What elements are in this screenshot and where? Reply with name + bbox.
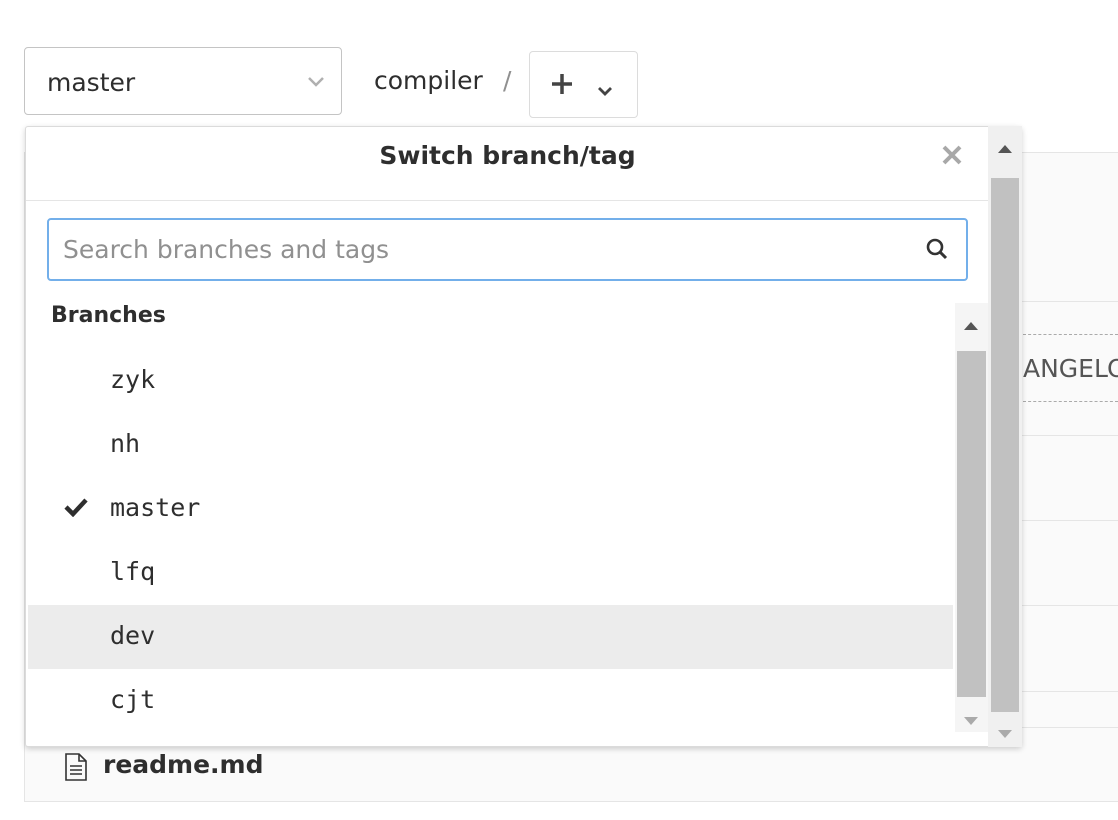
search-icon — [925, 237, 949, 265]
scroll-up-arrow-icon[interactable] — [963, 316, 979, 335]
dashed-border — [1023, 401, 1118, 402]
check-icon — [63, 497, 89, 521]
dropdown-title: Switch branch/tag — [379, 141, 636, 170]
readme-filename[interactable]: readme.md — [103, 750, 264, 779]
dropdown-divider — [26, 200, 989, 201]
dropdown-scrollbar[interactable] — [988, 126, 1022, 747]
dashed-border — [1023, 334, 1118, 335]
branch-name: lfq — [110, 557, 156, 586]
branch-item-dev[interactable]: dev — [28, 605, 953, 669]
plus-icon — [551, 73, 573, 99]
branch-name: nh — [110, 429, 141, 458]
branch-name: zyk — [110, 365, 156, 394]
branch-search-input[interactable] — [63, 220, 913, 279]
branch-item-lfq[interactable]: lfq — [28, 541, 953, 605]
breadcrumb-separator: / — [503, 66, 512, 95]
switch-branch-dropdown: Switch branch/tag Branches zyk nh master… — [25, 126, 1022, 747]
branch-list-scrollbar[interactable] — [955, 303, 988, 732]
branch-item-nh[interactable]: nh — [28, 413, 953, 477]
scrollbar-thumb[interactable] — [957, 351, 986, 697]
add-changelog-link[interactable]: ANGELO — [1023, 354, 1118, 383]
chevron-down-icon — [597, 81, 613, 100]
document-icon — [64, 753, 88, 785]
branch-name: cjt — [110, 685, 156, 714]
breadcrumb-project[interactable]: compiler — [374, 66, 483, 95]
branches-section-header: Branches — [51, 303, 166, 328]
branch-item-master[interactable]: master — [28, 477, 953, 541]
branch-selector-value: master — [47, 68, 136, 97]
scroll-down-arrow-icon[interactable] — [997, 724, 1013, 743]
scrollbar-thumb[interactable] — [991, 178, 1019, 712]
branch-name: master — [110, 493, 201, 522]
scroll-up-arrow-icon[interactable] — [997, 139, 1013, 158]
branch-search-field[interactable] — [47, 218, 968, 281]
scroll-down-arrow-icon[interactable] — [963, 711, 979, 730]
branch-selector[interactable]: master — [24, 47, 342, 115]
chevron-down-icon — [307, 73, 325, 92]
add-file-dropdown-button[interactable] — [529, 51, 638, 118]
branch-item-zyk[interactable]: zyk — [28, 349, 953, 413]
branch-item-cjt[interactable]: cjt — [28, 669, 953, 733]
close-icon[interactable] — [941, 144, 963, 170]
divider — [24, 801, 1118, 802]
branch-name: dev — [110, 621, 156, 650]
